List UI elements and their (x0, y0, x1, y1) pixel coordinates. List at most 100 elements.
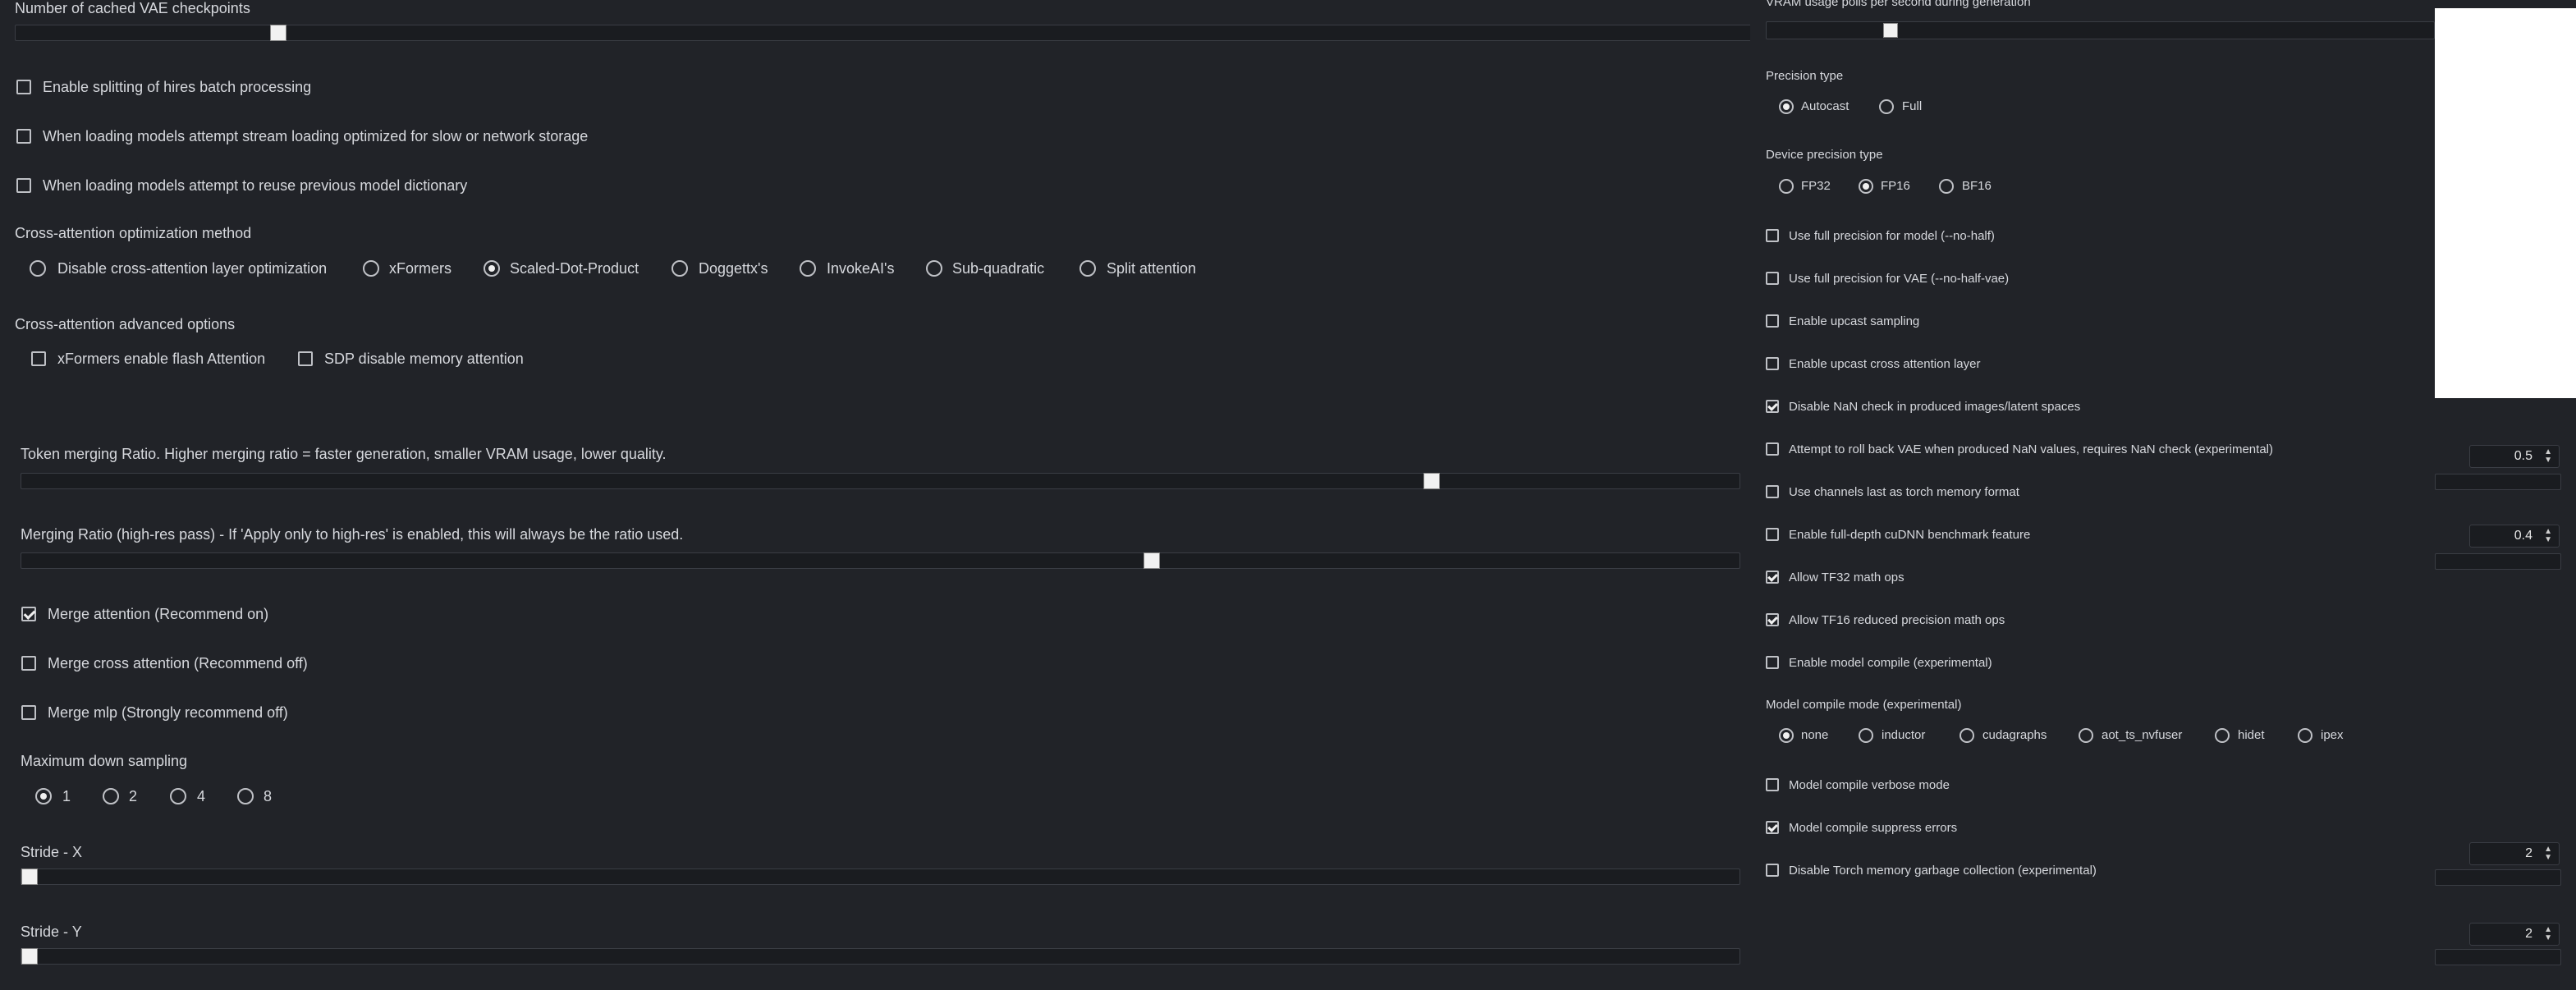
reuse-model-dict-checkbox[interactable] (16, 178, 31, 193)
allow-tf32-checkbox[interactable] (1766, 571, 1779, 584)
compile-mode-aot-radio[interactable] (2079, 728, 2093, 743)
vram-usage-slider-thumb[interactable] (1883, 23, 1898, 38)
full-precision-vae-label: Use full precision for VAE (--no-half-va… (1789, 272, 2010, 286)
stride-y-label: Stride - Y (21, 924, 82, 940)
token-merging-ratio-value: 0.5 (2514, 449, 2532, 463)
merge-mlp-checkbox[interactable] (21, 705, 36, 720)
stride-x-number[interactable]: 2 ▲ ▼ (2469, 842, 2560, 865)
cross-attn-option-split-radio[interactable] (1079, 260, 1096, 277)
full-precision-vae-checkbox[interactable] (1766, 272, 1779, 285)
allow-tf32-label: Allow TF32 math ops (1789, 571, 1904, 584)
stream-loading-label: When loading models attempt stream loadi… (43, 128, 589, 144)
stride-x-slider-tail[interactable] (2435, 869, 2561, 886)
down-sampling-4-radio[interactable] (170, 788, 186, 804)
cross-attn-option-xformers-label: xFormers (389, 260, 451, 277)
merge-cross-attention-checkbox[interactable] (21, 656, 36, 671)
vram-usage-slider[interactable] (1766, 21, 2435, 39)
compile-mode-hidet-radio[interactable] (2215, 728, 2230, 743)
token-merging-ratio-slider[interactable] (21, 473, 1740, 489)
full-precision-model-label: Use full precision for model (--no-half) (1789, 229, 1995, 243)
cross-attn-option-doggettx-radio[interactable] (672, 260, 688, 277)
cross-attn-option-disable-radio[interactable] (30, 260, 46, 277)
rollback-vae-checkbox[interactable] (1766, 442, 1779, 456)
hires-batch-split-checkbox[interactable] (16, 80, 31, 94)
precision-autocast-label: Autocast (1801, 99, 1849, 113)
down-sampling-1-radio[interactable] (35, 788, 52, 804)
cached-vae-slider-thumb[interactable] (270, 25, 286, 41)
full-precision-model-checkbox[interactable] (1766, 229, 1779, 242)
merging-ratio-hr-slider-thumb[interactable] (1144, 552, 1160, 569)
vram-usage-label: VRAM usage polls per second during gener… (1766, 0, 2031, 9)
merging-ratio-hr-number[interactable]: 0.4 ▲ ▼ (2469, 525, 2560, 548)
device-precision-fp32-label: FP32 (1801, 179, 1831, 193)
spinner-icon[interactable]: ▲ ▼ (2544, 528, 2552, 544)
spinner-icon[interactable]: ▲ ▼ (2544, 448, 2552, 465)
device-precision-fp32-radio[interactable] (1779, 179, 1794, 194)
precision-autocast-radio[interactable] (1779, 99, 1794, 114)
upcast-cross-attention-checkbox[interactable] (1766, 357, 1779, 370)
disable-nan-check-label: Disable NaN check in produced images/lat… (1789, 400, 2081, 414)
compile-mode-cudagraphs-radio[interactable] (1960, 728, 1974, 743)
compile-mode-inductor-label: inductor (1882, 728, 1926, 742)
compile-mode-none-label: none (1801, 728, 1829, 742)
merging-ratio-hr-slider-tail[interactable] (2435, 553, 2561, 570)
stride-x-value: 2 (2525, 846, 2532, 860)
compile-mode-hidet-label: hidet (2238, 728, 2265, 742)
disable-torch-gc-checkbox[interactable] (1766, 864, 1779, 877)
compile-verbose-label: Model compile verbose mode (1789, 778, 1950, 792)
disable-nan-check-checkbox[interactable] (1766, 400, 1779, 413)
sdp-disable-memory-attention-checkbox[interactable] (298, 351, 313, 366)
upcast-cross-attention-label: Enable upcast cross attention layer (1789, 357, 1981, 371)
compile-mode-title: Model compile mode (experimental) (1766, 698, 1962, 712)
stride-x-slider-thumb[interactable] (21, 869, 38, 885)
stride-y-number[interactable]: 2 ▲ ▼ (2469, 923, 2560, 946)
stride-x-slider[interactable] (21, 869, 1740, 885)
stride-y-slider[interactable] (21, 948, 1740, 965)
precision-full-label: Full (1902, 99, 1923, 113)
merge-mlp-label: Merge mlp (Strongly recommend off) (48, 704, 288, 721)
down-sampling-2-radio[interactable] (103, 788, 119, 804)
cached-vae-slider[interactable] (15, 25, 1755, 41)
model-compile-checkbox[interactable] (1766, 656, 1779, 669)
channels-last-label: Use channels last as torch memory format (1789, 485, 2019, 499)
upcast-sampling-checkbox[interactable] (1766, 314, 1779, 328)
spinner-icon[interactable]: ▲ ▼ (2544, 846, 2552, 862)
cudnn-benchmark-label: Enable full-depth cuDNN benchmark featur… (1789, 528, 2031, 542)
compile-mode-ipex-label: ipex (2321, 728, 2344, 742)
cross-attn-option-subquadratic-radio[interactable] (926, 260, 942, 277)
merge-attention-checkbox[interactable] (21, 607, 36, 621)
xformers-flash-attention-checkbox[interactable] (31, 351, 46, 366)
allow-tf16-checkbox[interactable] (1766, 613, 1779, 626)
down-sampling-2-label: 2 (129, 788, 138, 804)
token-merging-ratio-slider-tail[interactable] (2435, 474, 2561, 490)
cudnn-benchmark-checkbox[interactable] (1766, 528, 1779, 541)
precision-full-radio[interactable] (1879, 99, 1894, 114)
stream-loading-checkbox[interactable] (16, 129, 31, 144)
compile-mode-none-radio[interactable] (1779, 728, 1794, 743)
merging-ratio-hr-slider[interactable] (21, 552, 1740, 569)
cross-attention-method-title: Cross-attention optimization method (15, 225, 252, 241)
stride-y-slider-tail[interactable] (2435, 949, 2561, 965)
merging-ratio-hr-label: Merging Ratio (high-res pass) - If 'Appl… (21, 526, 684, 543)
stride-y-slider-thumb[interactable] (21, 948, 38, 965)
white-overlay-region (2435, 8, 2576, 398)
cross-attn-option-sdp-radio[interactable] (484, 260, 500, 277)
token-merging-ratio-number[interactable]: 0.5 ▲ ▼ (2469, 445, 2560, 468)
upcast-sampling-label: Enable upcast sampling (1789, 314, 1920, 328)
compile-suppress-errors-checkbox[interactable] (1766, 821, 1779, 834)
merge-attention-label: Merge attention (Recommend on) (48, 606, 269, 622)
compile-mode-inductor-radio[interactable] (1859, 728, 1873, 743)
spinner-icon[interactable]: ▲ ▼ (2544, 926, 2552, 942)
compile-verbose-checkbox[interactable] (1766, 778, 1779, 791)
cross-attn-option-invokeai-radio[interactable] (800, 260, 816, 277)
device-precision-fp16-radio[interactable] (1859, 179, 1873, 194)
cross-attn-option-xformers-radio[interactable] (363, 260, 379, 277)
down-sampling-8-radio[interactable] (237, 788, 254, 804)
device-precision-bf16-radio[interactable] (1939, 179, 1954, 194)
compile-mode-cudagraphs-label: cudagraphs (1982, 728, 2047, 742)
compile-mode-ipex-radio[interactable] (2298, 728, 2312, 743)
device-precision-bf16-label: BF16 (1962, 179, 1992, 193)
token-merging-ratio-slider-thumb[interactable] (1423, 473, 1440, 489)
channels-last-checkbox[interactable] (1766, 485, 1779, 498)
reuse-model-dict-label: When loading models attempt to reuse pre… (43, 177, 468, 194)
